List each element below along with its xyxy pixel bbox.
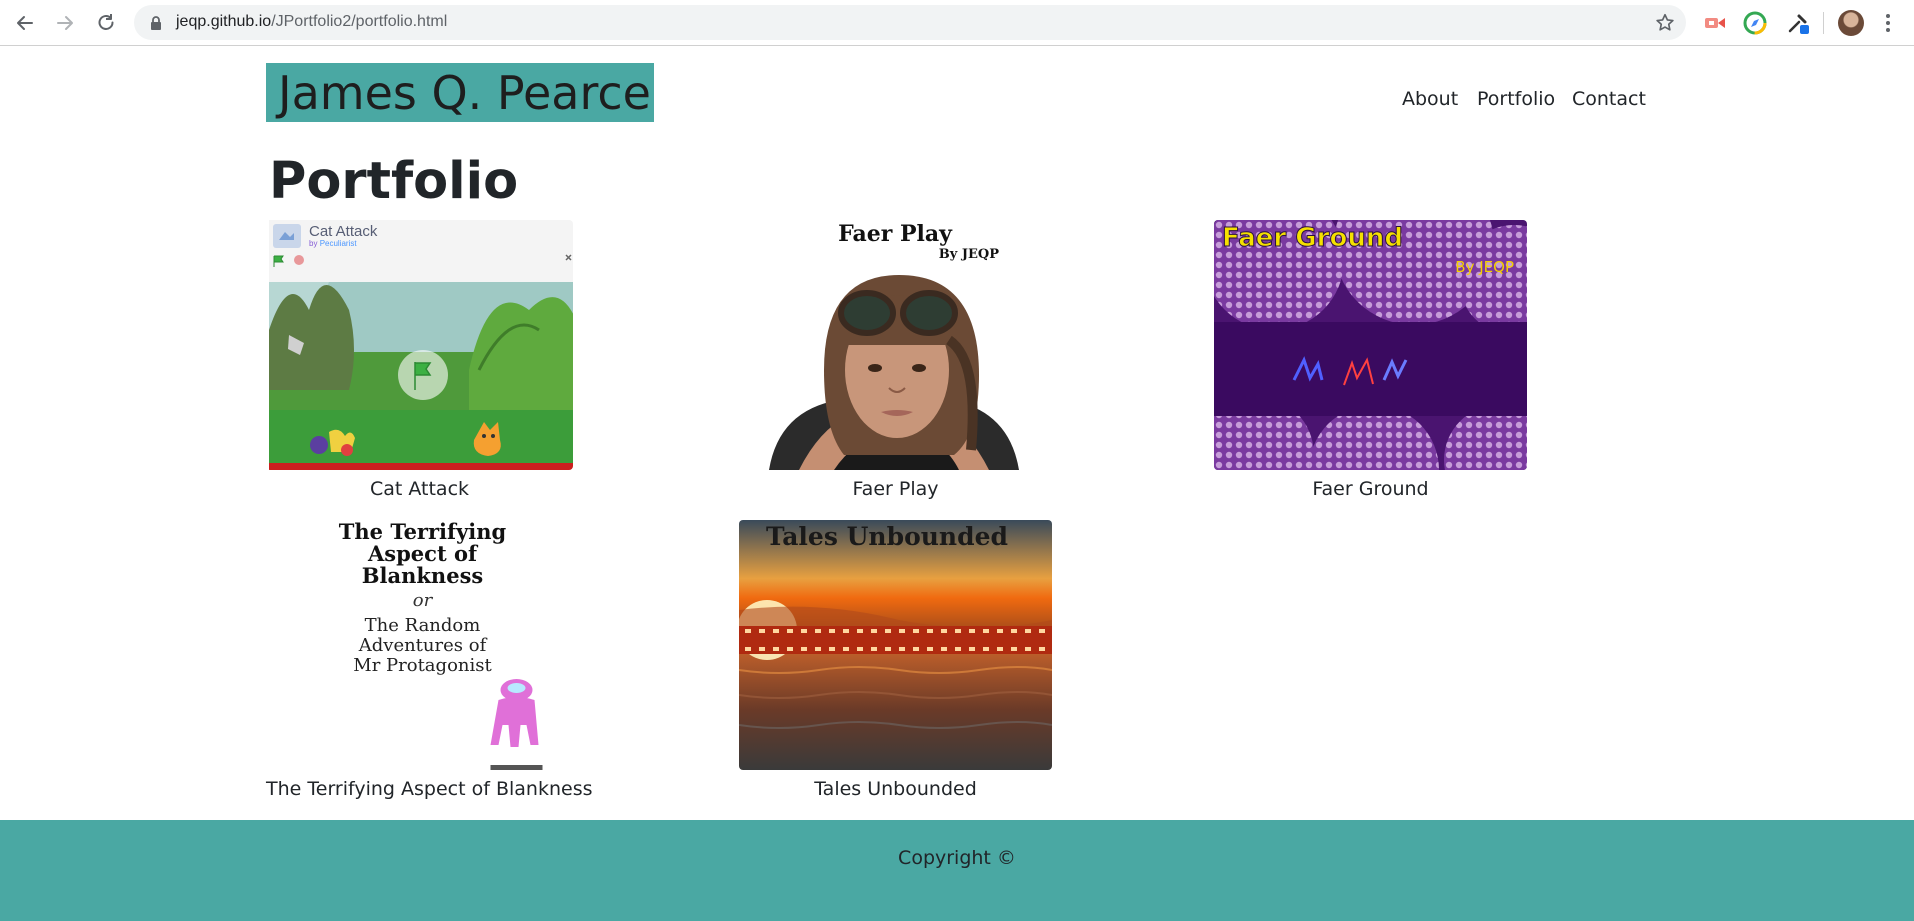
toolbar-separator: [1823, 12, 1824, 34]
thumb-faer-play-byline: By JEQP: [939, 247, 999, 262]
thumb-blankness-sub-1: The Random: [365, 615, 481, 636]
thumb-faer-play-title: Faer Play: [838, 221, 953, 247]
svg-text:by Peculiarist: by Peculiarist: [309, 239, 357, 248]
page-title: Portfolio: [269, 152, 519, 211]
url-path: /JPortfolio2/portfolio.html: [271, 13, 448, 30]
caption-terrifying-aspect: The Terrifying Aspect of Blankness: [266, 778, 593, 800]
thumb-cat-title: Cat Attack: [309, 223, 378, 240]
footer-copyright: Copyright ©: [898, 847, 1016, 869]
forward-arrow-icon[interactable]: [52, 10, 78, 36]
site-footer: Copyright ©: [0, 820, 1914, 921]
nav-link-portfolio[interactable]: Portfolio: [1477, 87, 1555, 111]
thumbnail-tales-unbounded[interactable]: Tales Unbounded: [739, 520, 1052, 770]
thumb-faer-ground-byline: By JEQP: [1455, 258, 1514, 276]
back-arrow-icon[interactable]: [12, 10, 38, 36]
extension-compass-icon[interactable]: [1742, 10, 1768, 36]
extension-screencast-icon[interactable]: [1702, 10, 1728, 36]
thumb-blankness-sub-2: Adventures of: [358, 635, 488, 656]
caption-cat-attack: Cat Attack: [369, 478, 470, 500]
extension-eyedropper-icon[interactable]: [1785, 10, 1811, 36]
nav-link-about[interactable]: About: [1402, 87, 1458, 111]
caption-tales-unbounded: Tales Unbounded: [814, 778, 977, 800]
kebab-menu-icon[interactable]: [1884, 11, 1892, 35]
thumb-tales-title: Tales Unbounded: [766, 522, 1008, 551]
url-text: jeqp.github.io/JPortfolio2/portfolio.htm…: [176, 12, 447, 32]
thumb-blankness-or: or: [413, 590, 434, 611]
thumbnail-faer-play[interactable]: Faer Play By JEQP: [739, 220, 1052, 470]
thumb-cat-by: by: [309, 239, 317, 248]
nav-link-contact[interactable]: Contact: [1572, 87, 1646, 111]
thumbnail-cat-attack[interactable]: Cat Attack by Peculiarist: [266, 220, 573, 470]
site-brand-text: James Q. Pearce: [278, 66, 651, 120]
profile-avatar[interactable]: [1838, 10, 1864, 36]
site-brand[interactable]: James Q. Pearce: [266, 63, 654, 122]
caption-faer-ground: Faer Ground: [1312, 478, 1429, 500]
thumbnail-faer-ground[interactable]: Faer Ground By JEQP: [1214, 220, 1527, 470]
thumb-faer-ground-title: Faer Ground: [1222, 223, 1403, 253]
thumb-cat-author: Peculiarist: [320, 239, 358, 248]
caption-faer-play: Faer Play: [852, 478, 939, 500]
thumb-blankness-line-3: Blankness: [362, 563, 483, 588]
bookmark-star-icon[interactable]: [1654, 12, 1676, 34]
address-bar[interactable]: jeqp.github.io/JPortfolio2/portfolio.htm…: [134, 5, 1686, 40]
url-host: jeqp.github.io: [176, 13, 272, 30]
thumb-blankness-sub-3: Mr Protagonist: [353, 655, 492, 676]
thumbnail-terrifying-aspect[interactable]: The Terrifying Aspect of Blankness or Th…: [266, 520, 574, 770]
lock-icon: [148, 15, 164, 31]
reload-icon[interactable]: [93, 10, 119, 36]
browser-toolbar: jeqp.github.io/JPortfolio2/portfolio.htm…: [0, 0, 1914, 46]
